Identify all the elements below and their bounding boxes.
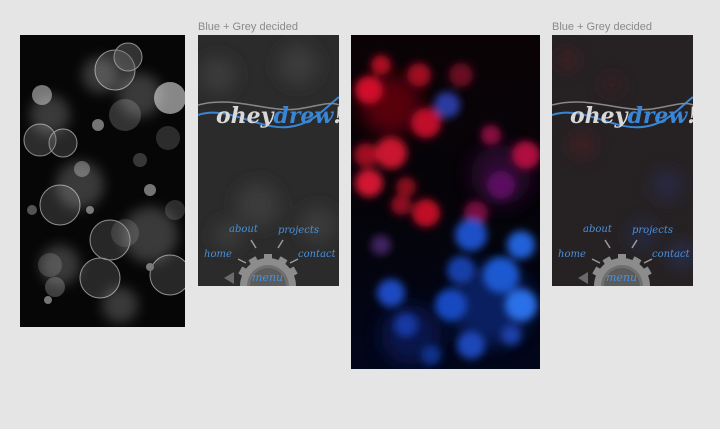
redblue-bokeh-image [351, 35, 540, 369]
grey-bokeh-image [20, 35, 185, 327]
logo-text-drew: drew [273, 103, 334, 129]
logo[interactable]: oheydrew! [570, 103, 693, 129]
logo[interactable]: oheydrew! [216, 103, 339, 129]
artboard-redblue-mockup[interactable]: oheydrew! about projects home contact [552, 35, 693, 286]
artboard-label: Blue + Grey decided [198, 21, 298, 33]
logo-text-drew: drew [627, 103, 688, 129]
nav-menu: about projects home contact menu [198, 215, 339, 286]
menu-center-label[interactable]: menu [606, 271, 637, 284]
artboard-grey-bokeh[interactable] [20, 35, 185, 327]
logo-text-exclaim: ! [333, 103, 339, 129]
artboard-redblue-bokeh[interactable] [351, 35, 540, 369]
logo-text-ohey: ohey [216, 103, 274, 129]
logo-text-ohey: ohey [570, 103, 628, 129]
logo-text-exclaim: ! [687, 103, 693, 129]
artboard-label: Blue + Grey decided [552, 21, 652, 33]
menu-center-label[interactable]: menu [252, 271, 283, 284]
artboard-grey-mockup[interactable]: oheydrew! about projects home contact [198, 35, 339, 286]
nav-menu: about projects home contact menu [552, 215, 693, 286]
